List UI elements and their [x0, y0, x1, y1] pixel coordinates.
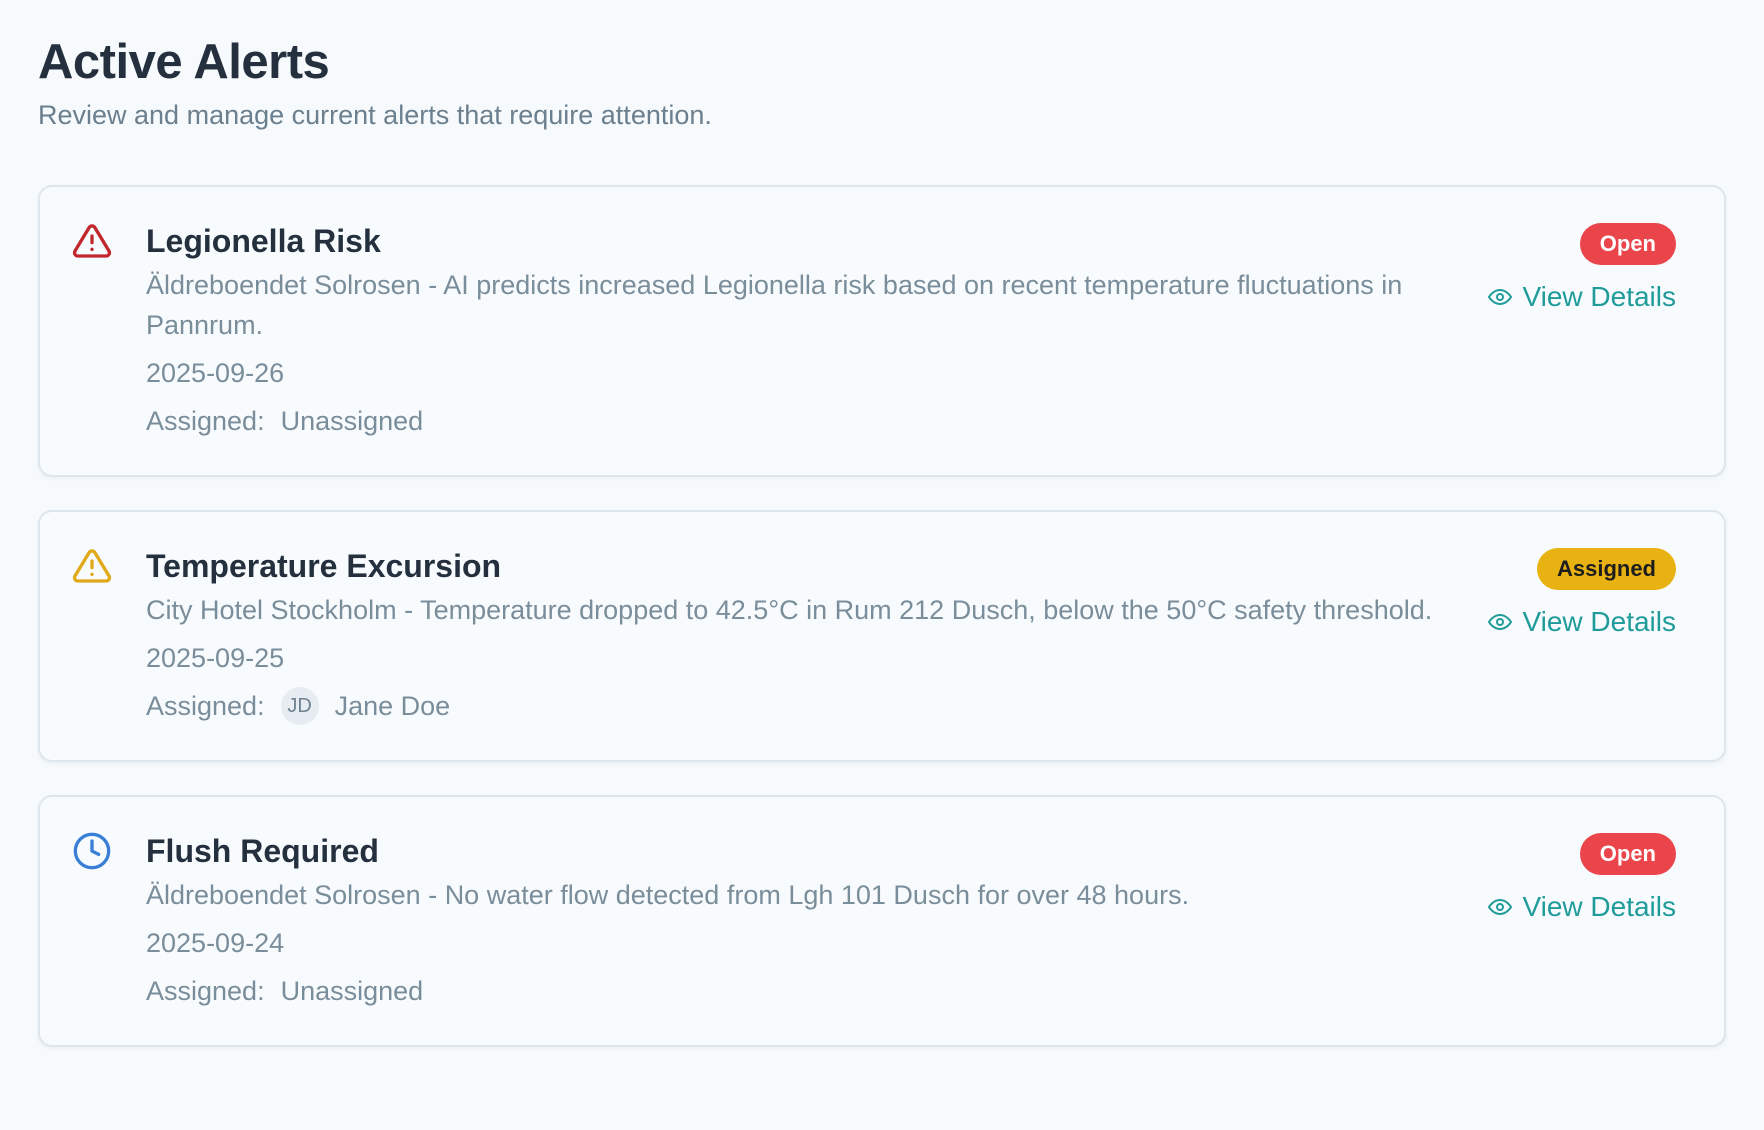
- alert-triangle-icon: [72, 221, 112, 261]
- alert-description: Äldreboendet Solrosen - No water flow de…: [146, 880, 1190, 910]
- alert-actions: Open View Details: [1488, 833, 1676, 923]
- alert-assignment: Assigned: Unassigned: [146, 971, 1676, 1011]
- view-details-label: View Details: [1522, 281, 1676, 312]
- status-badge: Open: [1579, 833, 1676, 875]
- clock-icon: [72, 831, 112, 871]
- view-details-label: View Details: [1522, 606, 1676, 637]
- view-details-link[interactable]: View Details: [1488, 891, 1676, 923]
- alert-assignment: Assigned: JD Jane Doe: [146, 686, 1676, 726]
- alert-card: Temperature Excursion City Hotel Stockho…: [38, 510, 1726, 762]
- assigned-label: Assigned:: [146, 691, 265, 721]
- alert-actions: Open View Details: [1488, 223, 1676, 313]
- eye-icon: [1488, 289, 1513, 305]
- alert-list: Legionella Risk Äldreboendet Solrosen - …: [38, 185, 1726, 1047]
- alert-card: Flush Required Äldreboendet Solrosen - N…: [38, 795, 1726, 1047]
- assignee-name: Unassigned: [280, 976, 424, 1006]
- alert-actions: Assigned View Details: [1488, 548, 1676, 638]
- warning-triangle-icon: [72, 546, 112, 586]
- alert-card: Legionella Risk Äldreboendet Solrosen - …: [38, 185, 1726, 477]
- alert-assignment: Assigned: Unassigned: [146, 401, 1676, 441]
- assignee-name: Unassigned: [280, 406, 424, 436]
- alert-title: Flush Required: [146, 833, 379, 869]
- status-badge: Assigned: [1536, 548, 1676, 590]
- alert-title: Temperature Excursion: [146, 548, 502, 584]
- eye-icon: [1488, 614, 1513, 630]
- alert-description: Äldreboendet Solrosen - AI predicts incr…: [146, 270, 1403, 340]
- alert-date: 2025-09-26: [146, 358, 285, 388]
- page-title: Active Alerts: [38, 35, 330, 89]
- view-details-link[interactable]: View Details: [1488, 281, 1676, 313]
- page-subtitle: Review and manage current alerts that re…: [38, 100, 712, 130]
- status-badge: Open: [1579, 223, 1676, 265]
- alert-date: 2025-09-24: [146, 928, 285, 958]
- assigned-label: Assigned:: [146, 406, 265, 436]
- alerts-page: Active Alerts Review and manage current …: [0, 0, 1764, 1130]
- alert-description: City Hotel Stockholm - Temperature dropp…: [146, 595, 1433, 625]
- assignee-name: Jane Doe: [334, 691, 451, 721]
- alert-title: Legionella Risk: [146, 223, 381, 259]
- alert-date: 2025-09-25: [146, 643, 285, 673]
- avatar: JD: [280, 687, 319, 725]
- eye-icon: [1488, 899, 1513, 915]
- view-details-label: View Details: [1522, 891, 1676, 922]
- assigned-label: Assigned:: [146, 976, 265, 1006]
- view-details-link[interactable]: View Details: [1488, 606, 1676, 638]
